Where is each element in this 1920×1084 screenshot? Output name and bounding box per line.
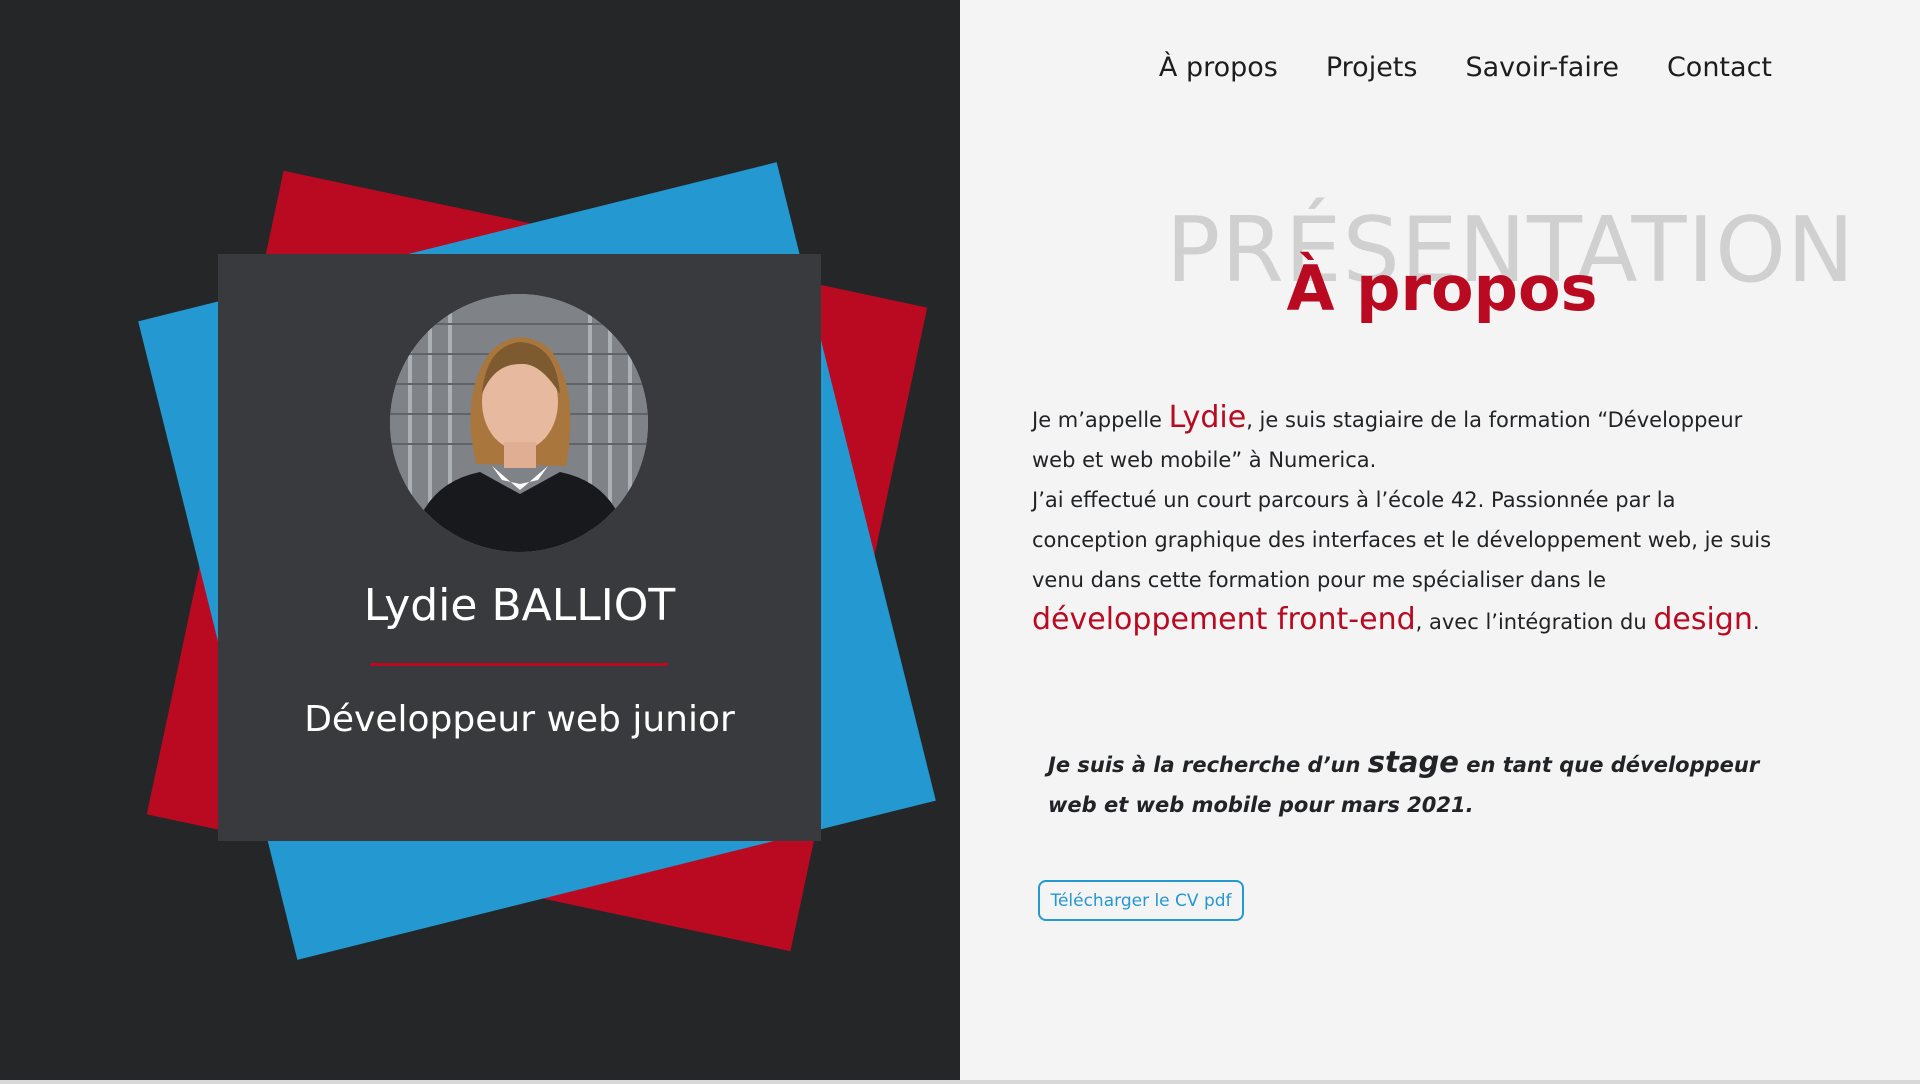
about-frontend-highlight: développement front-end	[1032, 602, 1416, 637]
avatar	[390, 294, 648, 552]
download-cv-button[interactable]: Télécharger le CV pdf	[1038, 880, 1244, 921]
nav-item-savoir-faire[interactable]: Savoir-faire	[1465, 52, 1618, 83]
nav-item-a-propos[interactable]: À propos	[1159, 52, 1278, 83]
about-text: Je m’appelle Lydie, je suis stagiaire de…	[1032, 398, 1772, 642]
nav-item-projets[interactable]: Projets	[1326, 52, 1418, 83]
profile-panel: Lydie BALLIOT Développeur web junior	[0, 0, 960, 1080]
about-design-highlight: design	[1653, 602, 1753, 637]
profile-photo	[390, 294, 648, 552]
main-nav: À propos Projets Savoir-faire Contact	[1111, 52, 1772, 83]
profile-role: Développeur web junior	[304, 699, 735, 740]
callout-text-a: Je suis à la recherche d’un	[1048, 753, 1368, 777]
about-paragraph-1: Je m’appelle Lydie, je suis stagiaire de…	[1032, 398, 1772, 480]
about-p2-text-b: , avec l’intégration du	[1415, 610, 1654, 634]
profile-name: Lydie BALLIOT	[363, 580, 676, 631]
section-title: À propos	[1286, 252, 1598, 325]
about-p1-text-a: Je m’appelle	[1032, 408, 1169, 432]
internship-callout: Je suis à la recherche d’un stage en tan…	[1048, 742, 1768, 825]
about-name-highlight: Lydie	[1168, 400, 1247, 435]
profile-card: Lydie BALLIOT Développeur web junior	[218, 254, 821, 841]
nav-item-contact[interactable]: Contact	[1667, 52, 1772, 83]
page-bottom-edge	[0, 1080, 1920, 1084]
name-divider	[370, 663, 668, 666]
decorative-card-stack: Lydie BALLIOT Développeur web junior	[0, 0, 960, 1080]
about-paragraph-2: J’ai effectué un court parcours à l’écol…	[1032, 480, 1772, 642]
about-p2-text-a: J’ai effectué un court parcours à l’écol…	[1032, 488, 1772, 592]
callout-stage-highlight: stage	[1367, 745, 1459, 779]
about-p2-text-c: .	[1752, 610, 1760, 634]
